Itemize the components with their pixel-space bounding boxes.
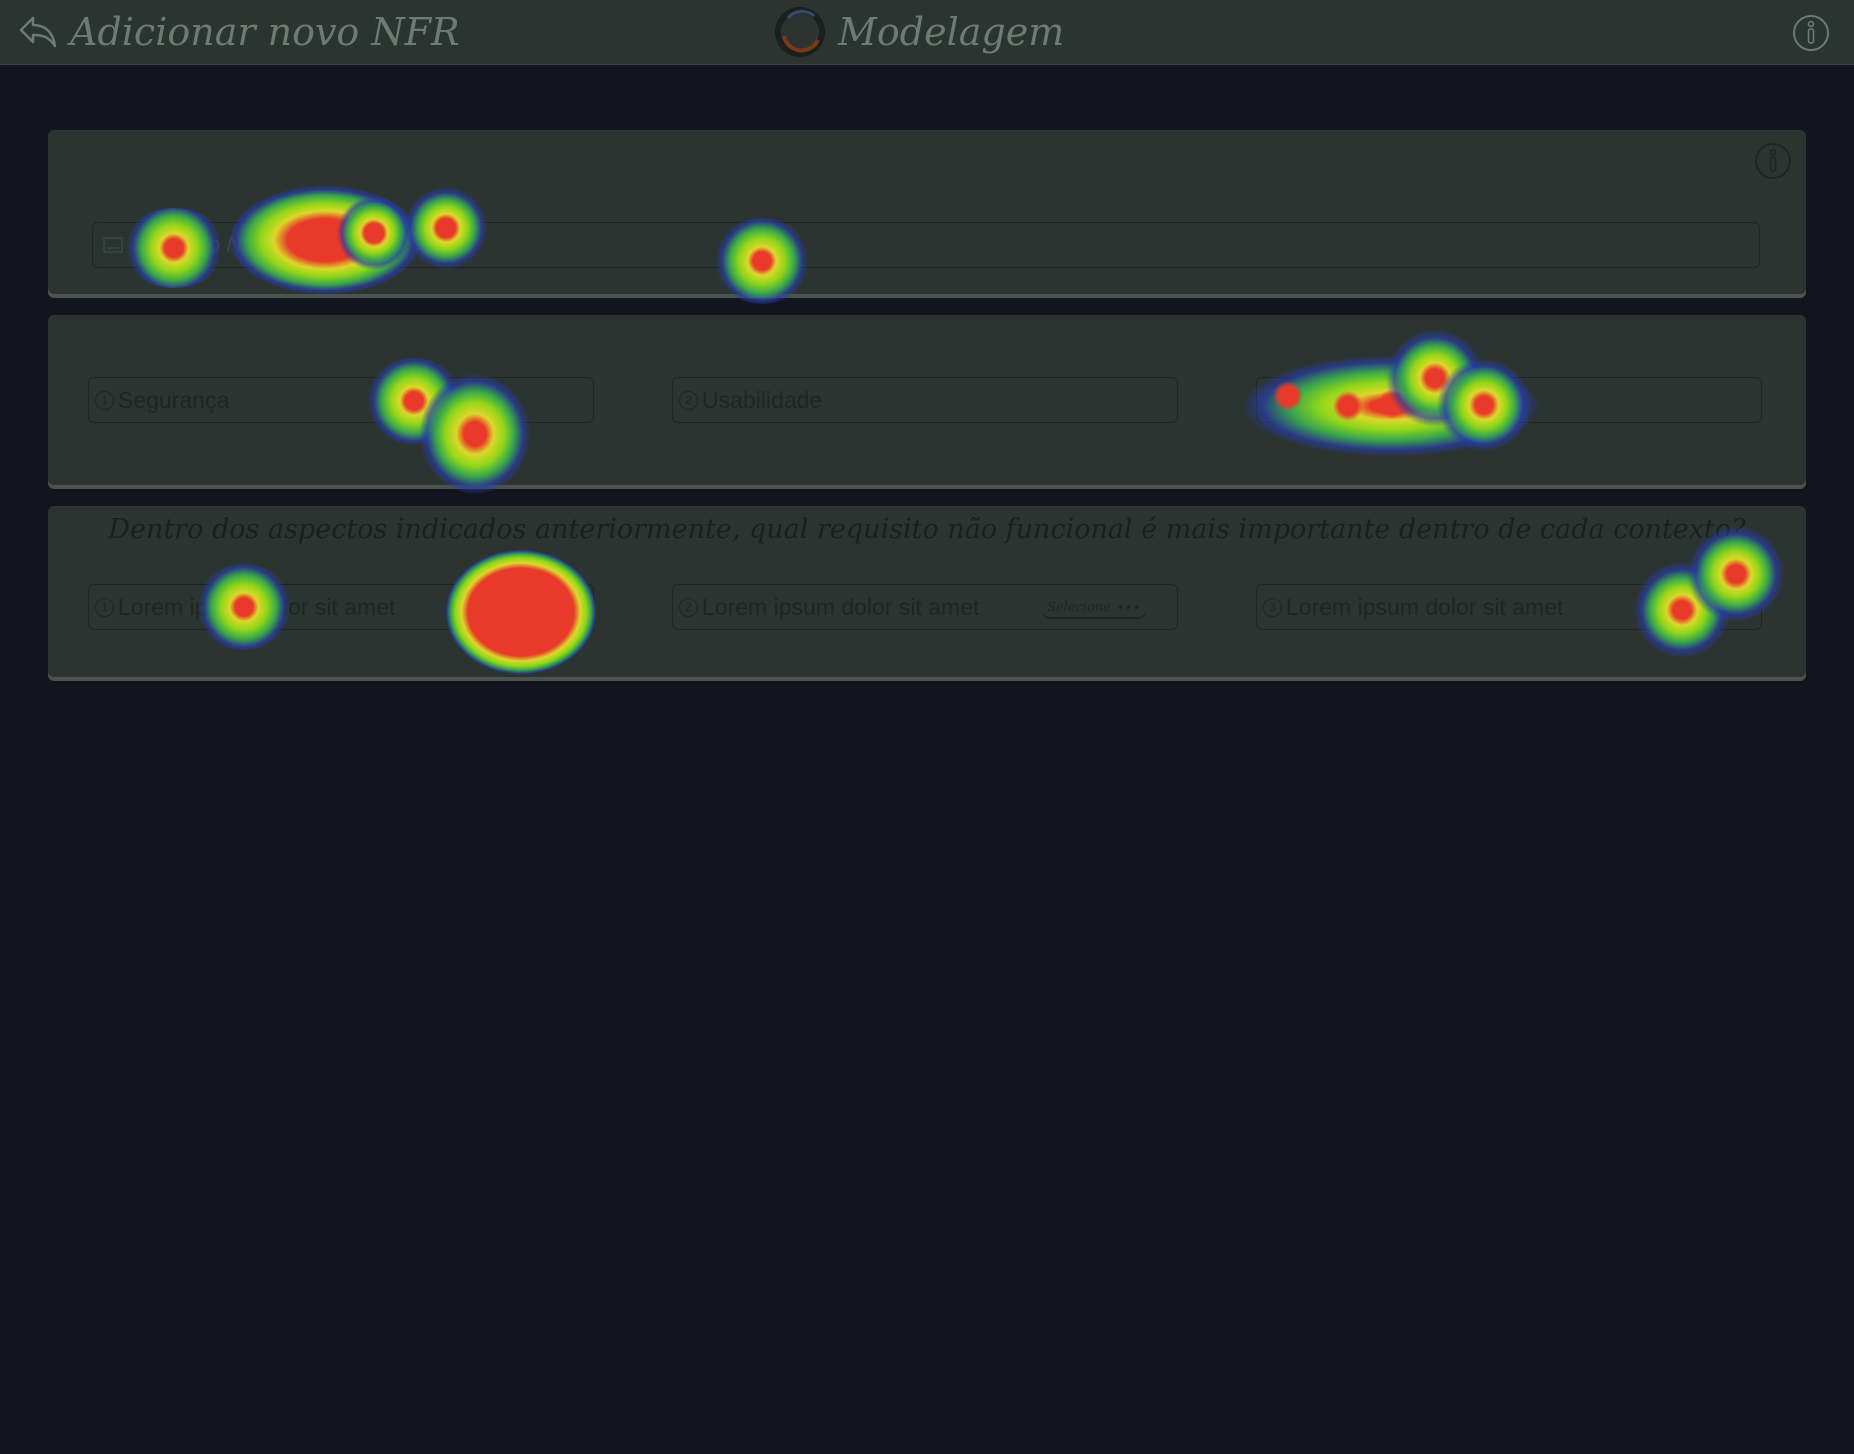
- number-badge: 2: [679, 390, 698, 410]
- number-badge: 1: [95, 390, 114, 410]
- app-screen: Adicionar novo NFR Modelagem Nome do NFR: [0, 0, 1854, 1454]
- requirement-field-3[interactable]: 3 Lorem ipsum dolor sit amet: [1256, 584, 1762, 630]
- aspect-label: Usabilidade: [702, 386, 823, 413]
- back-arrow-icon: [19, 16, 57, 48]
- info-icon[interactable]: [1754, 142, 1792, 180]
- aspect-field-1[interactable]: 1 Segurança: [88, 377, 594, 423]
- aspect-label: Segurança: [118, 386, 230, 413]
- requirement-label: Lorem ipsum dolor sit amet: [1286, 593, 1564, 620]
- more-dots-icon: •••: [1116, 600, 1141, 614]
- aspect-field-3[interactable]: [1256, 377, 1762, 423]
- number-badge: 3: [1263, 597, 1282, 617]
- number-badge: 1: [95, 597, 114, 617]
- requirement-label: Lorem ipsum dolor sit amet: [118, 593, 396, 620]
- app-name: Modelagem: [838, 10, 1065, 54]
- number-badge: 2: [679, 597, 698, 617]
- aspect-field-2[interactable]: 2 Usabilidade: [672, 377, 1178, 423]
- nfr-name-input[interactable]: Nome do NFR: [92, 222, 1760, 268]
- select-button[interactable]: Selecione •••: [1041, 597, 1147, 619]
- question-text: Dentro dos aspectos indicados anteriorme…: [108, 514, 1746, 545]
- select-label: Selecione: [1047, 599, 1111, 615]
- page-title: Adicionar novo NFR: [70, 10, 460, 54]
- question-card: Dentro dos aspectos indicados anteriorme…: [48, 506, 1806, 677]
- app-logo: [775, 7, 825, 57]
- requirement-label: Lorem ipsum dolor sit amet: [702, 593, 980, 620]
- requirement-field-1[interactable]: 1 Lorem ipsum dolor sit amet: [88, 584, 594, 630]
- aspects-card: 1 Segurança 2 Usabilidade: [48, 315, 1806, 485]
- edit-icon: [103, 237, 123, 253]
- info-icon[interactable]: [1792, 14, 1830, 52]
- requirement-field-2[interactable]: 2 Lorem ipsum dolor sit amet Selecione •…: [672, 584, 1178, 630]
- top-bar: Adicionar novo NFR Modelagem: [0, 0, 1854, 65]
- back-button[interactable]: [14, 12, 60, 52]
- nfr-name-placeholder: Nome do NFR: [131, 232, 272, 257]
- name-card: Nome do NFR: [48, 130, 1806, 294]
